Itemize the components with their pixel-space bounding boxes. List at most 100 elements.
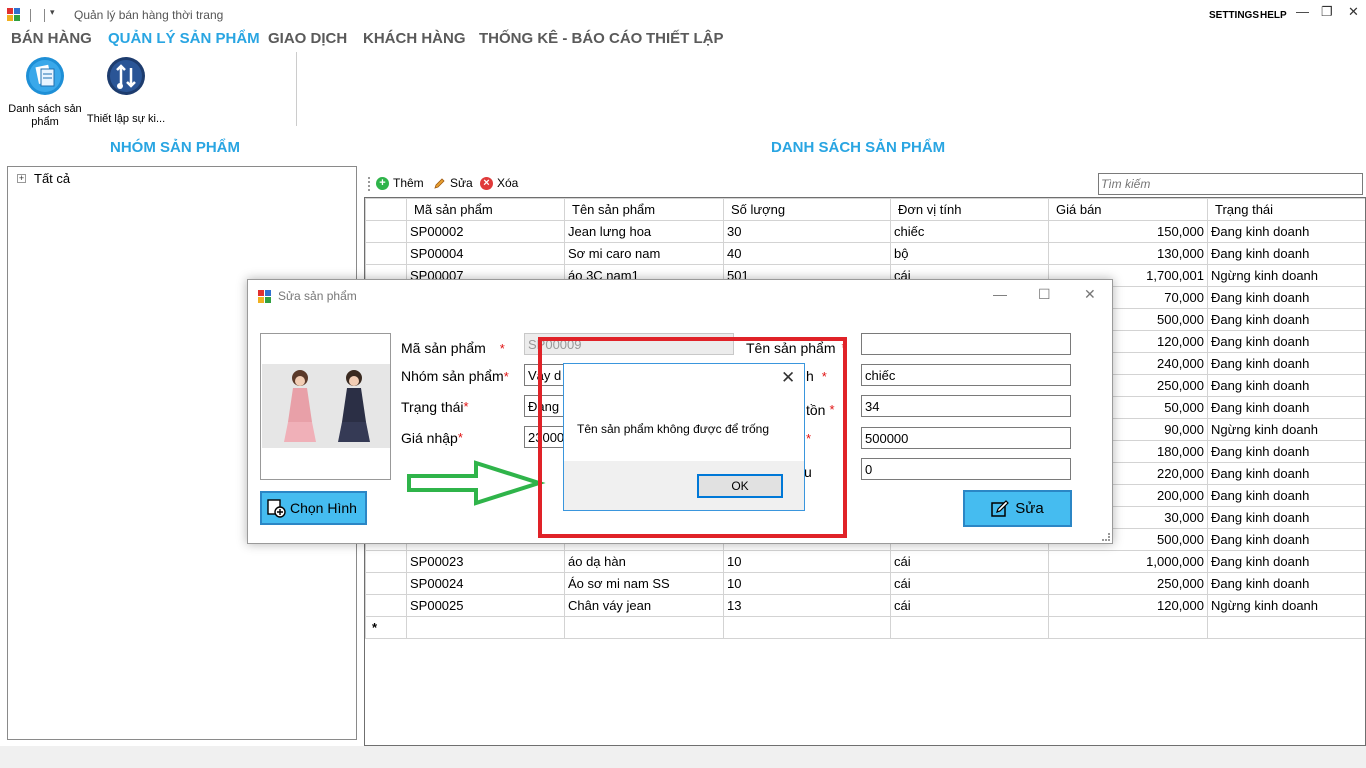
ok-button[interactable]: OK	[697, 474, 783, 498]
unit-input[interactable]	[861, 364, 1071, 386]
table-cell[interactable]: áo dạ hàn	[564, 550, 724, 573]
table-cell[interactable]: Ngừng kinh doanh	[1207, 594, 1365, 617]
table-cell[interactable]: SP00024	[406, 572, 565, 595]
edit-button[interactable]: Sửa	[433, 176, 473, 190]
new-row[interactable]: *	[365, 616, 1365, 639]
column-header[interactable]: Số lượng	[723, 198, 891, 221]
table-cell[interactable]: SP00002	[406, 220, 565, 243]
table-cell[interactable]	[1207, 616, 1365, 639]
row-header[interactable]	[365, 242, 407, 265]
table-cell[interactable]: Đang kinh doanh	[1207, 506, 1365, 529]
table-cell[interactable]: 13	[723, 594, 891, 617]
tab-product-management[interactable]: QUẢN LÝ SẢN PHẨM	[108, 30, 260, 47]
table-cell[interactable]: cái	[890, 594, 1049, 617]
table-cell[interactable]: 150,000	[1048, 220, 1208, 243]
resize-grip[interactable]	[1102, 533, 1110, 541]
table-cell[interactable]: SP00023	[406, 550, 565, 573]
table-cell[interactable]: 120,000	[1048, 594, 1208, 617]
table-cell[interactable]: SP00004	[406, 242, 565, 265]
expand-icon[interactable]: +	[17, 174, 26, 183]
quick-access-dropdown-icon[interactable]: ▾	[50, 7, 55, 18]
table-cell[interactable]: bộ	[890, 242, 1049, 265]
table-cell[interactable]: Jean lưng hoa	[564, 220, 724, 243]
row-header[interactable]	[365, 550, 407, 573]
table-cell[interactable]: Chân váy jean	[564, 594, 724, 617]
app-window: ▾ Quản lý bán hàng thời trang SETTINGS H…	[0, 0, 1366, 768]
table-cell[interactable]: Đang kinh doanh	[1207, 286, 1365, 309]
table-cell[interactable]: cái	[890, 572, 1049, 595]
dialog-close-icon[interactable]: ✕	[1084, 286, 1096, 303]
table-cell[interactable]: 30	[723, 220, 891, 243]
table-cell[interactable]: Đang kinh doanh	[1207, 330, 1365, 353]
table-cell[interactable]: Đang kinh doanh	[1207, 374, 1365, 397]
column-header[interactable]: Đơn vị tính	[890, 198, 1049, 221]
settings-link[interactable]: SETTINGS	[1209, 10, 1259, 21]
event-setup-button[interactable]: Thiết lập sự ki...	[86, 56, 166, 125]
table-cell[interactable]: Đang kinh doanh	[1207, 352, 1365, 375]
table-row[interactable]: SP00024 Áo sơ mi nam SS 10 cái 250,000 Đang k…	[365, 572, 1365, 595]
table-cell[interactable]: Đang kinh doanh	[1207, 572, 1365, 595]
table-cell[interactable]: cái	[890, 550, 1049, 573]
column-header[interactable]: Tên sản phẩm	[564, 198, 724, 221]
table-cell[interactable]: Đang kinh doanh	[1207, 220, 1365, 243]
name-input[interactable]	[861, 333, 1071, 355]
close-icon[interactable]: ✕	[1348, 4, 1359, 20]
table-cell[interactable]: Đang kinh doanh	[1207, 440, 1365, 463]
table-cell[interactable]: Sơ mi caro nam	[564, 242, 724, 265]
table-cell[interactable]	[723, 616, 891, 639]
tab-transactions[interactable]: GIAO DỊCH	[268, 30, 347, 47]
table-row[interactable]: SP00023 áo dạ hàn 10 cái 1,000,000 Đang kinh …	[365, 550, 1365, 573]
table-cell[interactable]: Đang kinh doanh	[1207, 550, 1365, 573]
table-cell[interactable]: Ngừng kinh doanh	[1207, 264, 1365, 287]
tab-settings[interactable]: THIẾT LẬP	[646, 30, 724, 47]
table-cell[interactable]	[1048, 616, 1208, 639]
stock-input[interactable]	[861, 395, 1071, 417]
choose-image-button[interactable]: Chọn Hình	[260, 491, 367, 525]
table-cell[interactable]: 10	[723, 572, 891, 595]
column-header[interactable]: Mã sản phẩm	[406, 198, 565, 221]
table-cell[interactable]: chiếc	[890, 220, 1049, 243]
row-header[interactable]	[365, 220, 407, 243]
table-cell[interactable]: Đang kinh doanh	[1207, 462, 1365, 485]
delete-button[interactable]: × Xóa	[480, 176, 518, 190]
help-link[interactable]: HELP	[1260, 10, 1287, 21]
table-cell[interactable]: 40	[723, 242, 891, 265]
table-cell[interactable]: 10	[723, 550, 891, 573]
restore-icon[interactable]: ❐	[1321, 4, 1333, 20]
extra-input[interactable]	[861, 458, 1071, 480]
table-cell[interactable]: Đang kinh doanh	[1207, 242, 1365, 265]
search-input[interactable]	[1098, 173, 1363, 195]
table-cell[interactable]	[564, 616, 724, 639]
table-cell[interactable]	[890, 616, 1049, 639]
minimize-icon[interactable]: —	[1296, 4, 1309, 19]
table-cell[interactable]: 1,000,000	[1048, 550, 1208, 573]
table-cell[interactable]: Ngừng kinh doanh	[1207, 418, 1365, 441]
tab-reports[interactable]: THỐNG KÊ - BÁO CÁO	[479, 30, 642, 47]
column-header[interactable]: Trạng thái	[1207, 198, 1365, 221]
price-input[interactable]	[861, 427, 1071, 449]
table-cell[interactable]: Đang kinh doanh	[1207, 396, 1365, 419]
tree-item-all[interactable]: Tất cả	[34, 171, 70, 186]
table-row[interactable]: SP00025 Chân váy jean 13 cái 120,000 Ngừng ki…	[365, 594, 1365, 617]
table-cell[interactable]: 130,000	[1048, 242, 1208, 265]
tab-sales[interactable]: BÁN HÀNG	[11, 30, 92, 47]
table-cell[interactable]	[406, 616, 565, 639]
table-row[interactable]: SP00004 Sơ mi caro nam 40 bộ 130,000 Đang kin…	[365, 242, 1365, 265]
table-row[interactable]: SP00002 Jean lưng hoa 30 chiếc 150,000 Đang k…	[365, 220, 1365, 243]
table-cell[interactable]: Đang kinh doanh	[1207, 484, 1365, 507]
table-cell[interactable]: Áo sơ mi nam SS	[564, 572, 724, 595]
add-button[interactable]: + Thêm	[376, 176, 424, 190]
table-cell[interactable]: Đang kinh doanh	[1207, 528, 1365, 551]
table-cell[interactable]: 250,000	[1048, 572, 1208, 595]
tab-customers[interactable]: KHÁCH HÀNG	[363, 30, 466, 47]
dialog-minimize-icon[interactable]: —	[993, 286, 1007, 302]
message-close-icon[interactable]: ✕	[781, 368, 795, 388]
table-cell[interactable]: SP00025	[406, 594, 565, 617]
product-list-button[interactable]: Danh sách sản phẩm	[5, 56, 85, 129]
dialog-maximize-icon[interactable]: ☐	[1038, 286, 1051, 303]
column-header[interactable]: Giá bán	[1048, 198, 1208, 221]
save-button[interactable]: Sửa	[963, 490, 1072, 527]
table-cell[interactable]: Đang kinh doanh	[1207, 308, 1365, 331]
row-header[interactable]	[365, 594, 407, 617]
row-header[interactable]	[365, 572, 407, 595]
